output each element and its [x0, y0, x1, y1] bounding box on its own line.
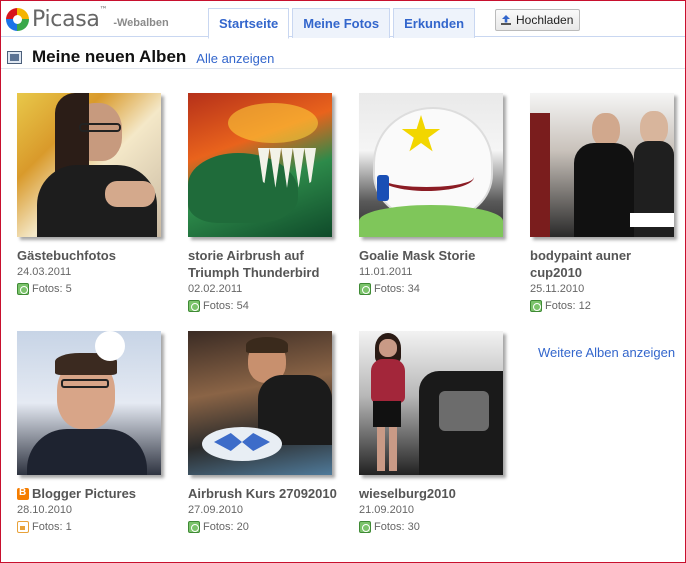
album-photo-count: Fotos: 20 [188, 519, 348, 535]
public-album-icon [17, 283, 29, 295]
album-card: Gästebuchfotos 24.03.2011 Fotos: 5 [17, 93, 177, 297]
album-thumbnail[interactable] [188, 93, 332, 237]
album-photo-count: Fotos: 5 [17, 281, 177, 297]
album-card: Blogger Pictures 28.10.2010 Fotos: 1 [17, 331, 177, 535]
more-albums-link[interactable]: Weitere Alben anzeigen [538, 345, 675, 360]
tab-meine-fotos[interactable]: Meine Fotos [292, 8, 391, 38]
header: Picasa™ -Webalben Startseite Meine Fotos… [1, 1, 685, 39]
section-header: Meine neuen Alben Alle anzeigen [7, 47, 274, 67]
album-photo-count: Fotos: 54 [188, 298, 348, 314]
album-photo-count: Fotos: 30 [359, 519, 519, 535]
upload-icon [500, 14, 512, 26]
picasa-logo[interactable]: Picasa™ -Webalben [6, 5, 169, 32]
album-date: 27.09.2010 [188, 504, 244, 516]
tab-erkunden[interactable]: Erkunden [393, 8, 476, 38]
album-date: 28.10.2010 [17, 504, 73, 516]
album-title[interactable]: Gästebuchfotos [17, 247, 167, 264]
album-title-row: Blogger Pictures [17, 475, 177, 502]
logo-subtitle: -Webalben [113, 16, 169, 29]
album-title[interactable]: bodypaint auner cup2010 [530, 247, 680, 281]
album-date: 24.03.2011 [17, 266, 72, 278]
public-album-icon [530, 300, 542, 312]
public-album-icon [359, 521, 371, 533]
album-thumbnail[interactable] [17, 93, 161, 237]
show-all-link[interactable]: Alle anzeigen [196, 51, 274, 66]
album-title[interactable]: Goalie Mask Storie [359, 247, 509, 264]
album-thumbnail[interactable] [359, 93, 503, 237]
upload-button[interactable]: Hochladen [495, 9, 581, 31]
album-photo-count: Fotos: 12 [530, 298, 686, 314]
album-icon [7, 50, 22, 64]
public-album-icon [188, 300, 200, 312]
album-card: storie Airbrush auf Triumph Thunderbird … [188, 93, 348, 314]
album-date: 21.09.2010 [359, 504, 415, 516]
lock-icon [17, 521, 29, 533]
public-album-icon [359, 283, 371, 295]
album-date: 25.11.2010 [530, 283, 585, 295]
album-card: wieselburg2010 21.09.2010 Fotos: 30 [359, 331, 519, 535]
main-tabs: Startseite Meine Fotos Erkunden [208, 8, 478, 39]
picasa-pinwheel-icon [6, 8, 29, 31]
album-title[interactable]: Blogger Pictures [32, 485, 177, 502]
album-title[interactable]: Airbrush Kurs 27092010 [188, 485, 338, 502]
album-date: 02.02.2011 [188, 283, 243, 295]
album-photo-count: Fotos: 1 [17, 519, 177, 535]
album-thumbnail[interactable] [530, 93, 674, 237]
album-date: 11.01.2011 [359, 266, 413, 278]
album-thumbnail[interactable] [17, 331, 161, 475]
album-thumbnail[interactable] [188, 331, 332, 475]
album-photo-count: Fotos: 34 [359, 281, 519, 297]
album-title[interactable]: storie Airbrush auf Triumph Thunderbird [188, 247, 338, 281]
album-thumbnail[interactable] [359, 331, 503, 475]
album-title[interactable]: wieselburg2010 [359, 485, 509, 502]
album-card: Airbrush Kurs 27092010 27.09.2010 Fotos:… [188, 331, 348, 535]
blogger-icon [17, 487, 29, 500]
public-album-icon [188, 521, 200, 533]
upload-label: Hochladen [516, 13, 574, 27]
tab-startseite[interactable]: Startseite [208, 8, 290, 39]
album-card: bodypaint auner cup2010 25.11.2010 Fotos… [530, 93, 686, 314]
logo-text: Picasa™ [32, 5, 108, 32]
section-divider [1, 68, 685, 69]
section-title: Meine neuen Alben [32, 47, 187, 66]
album-card: Goalie Mask Storie 11.01.2011 Fotos: 34 [359, 93, 519, 297]
